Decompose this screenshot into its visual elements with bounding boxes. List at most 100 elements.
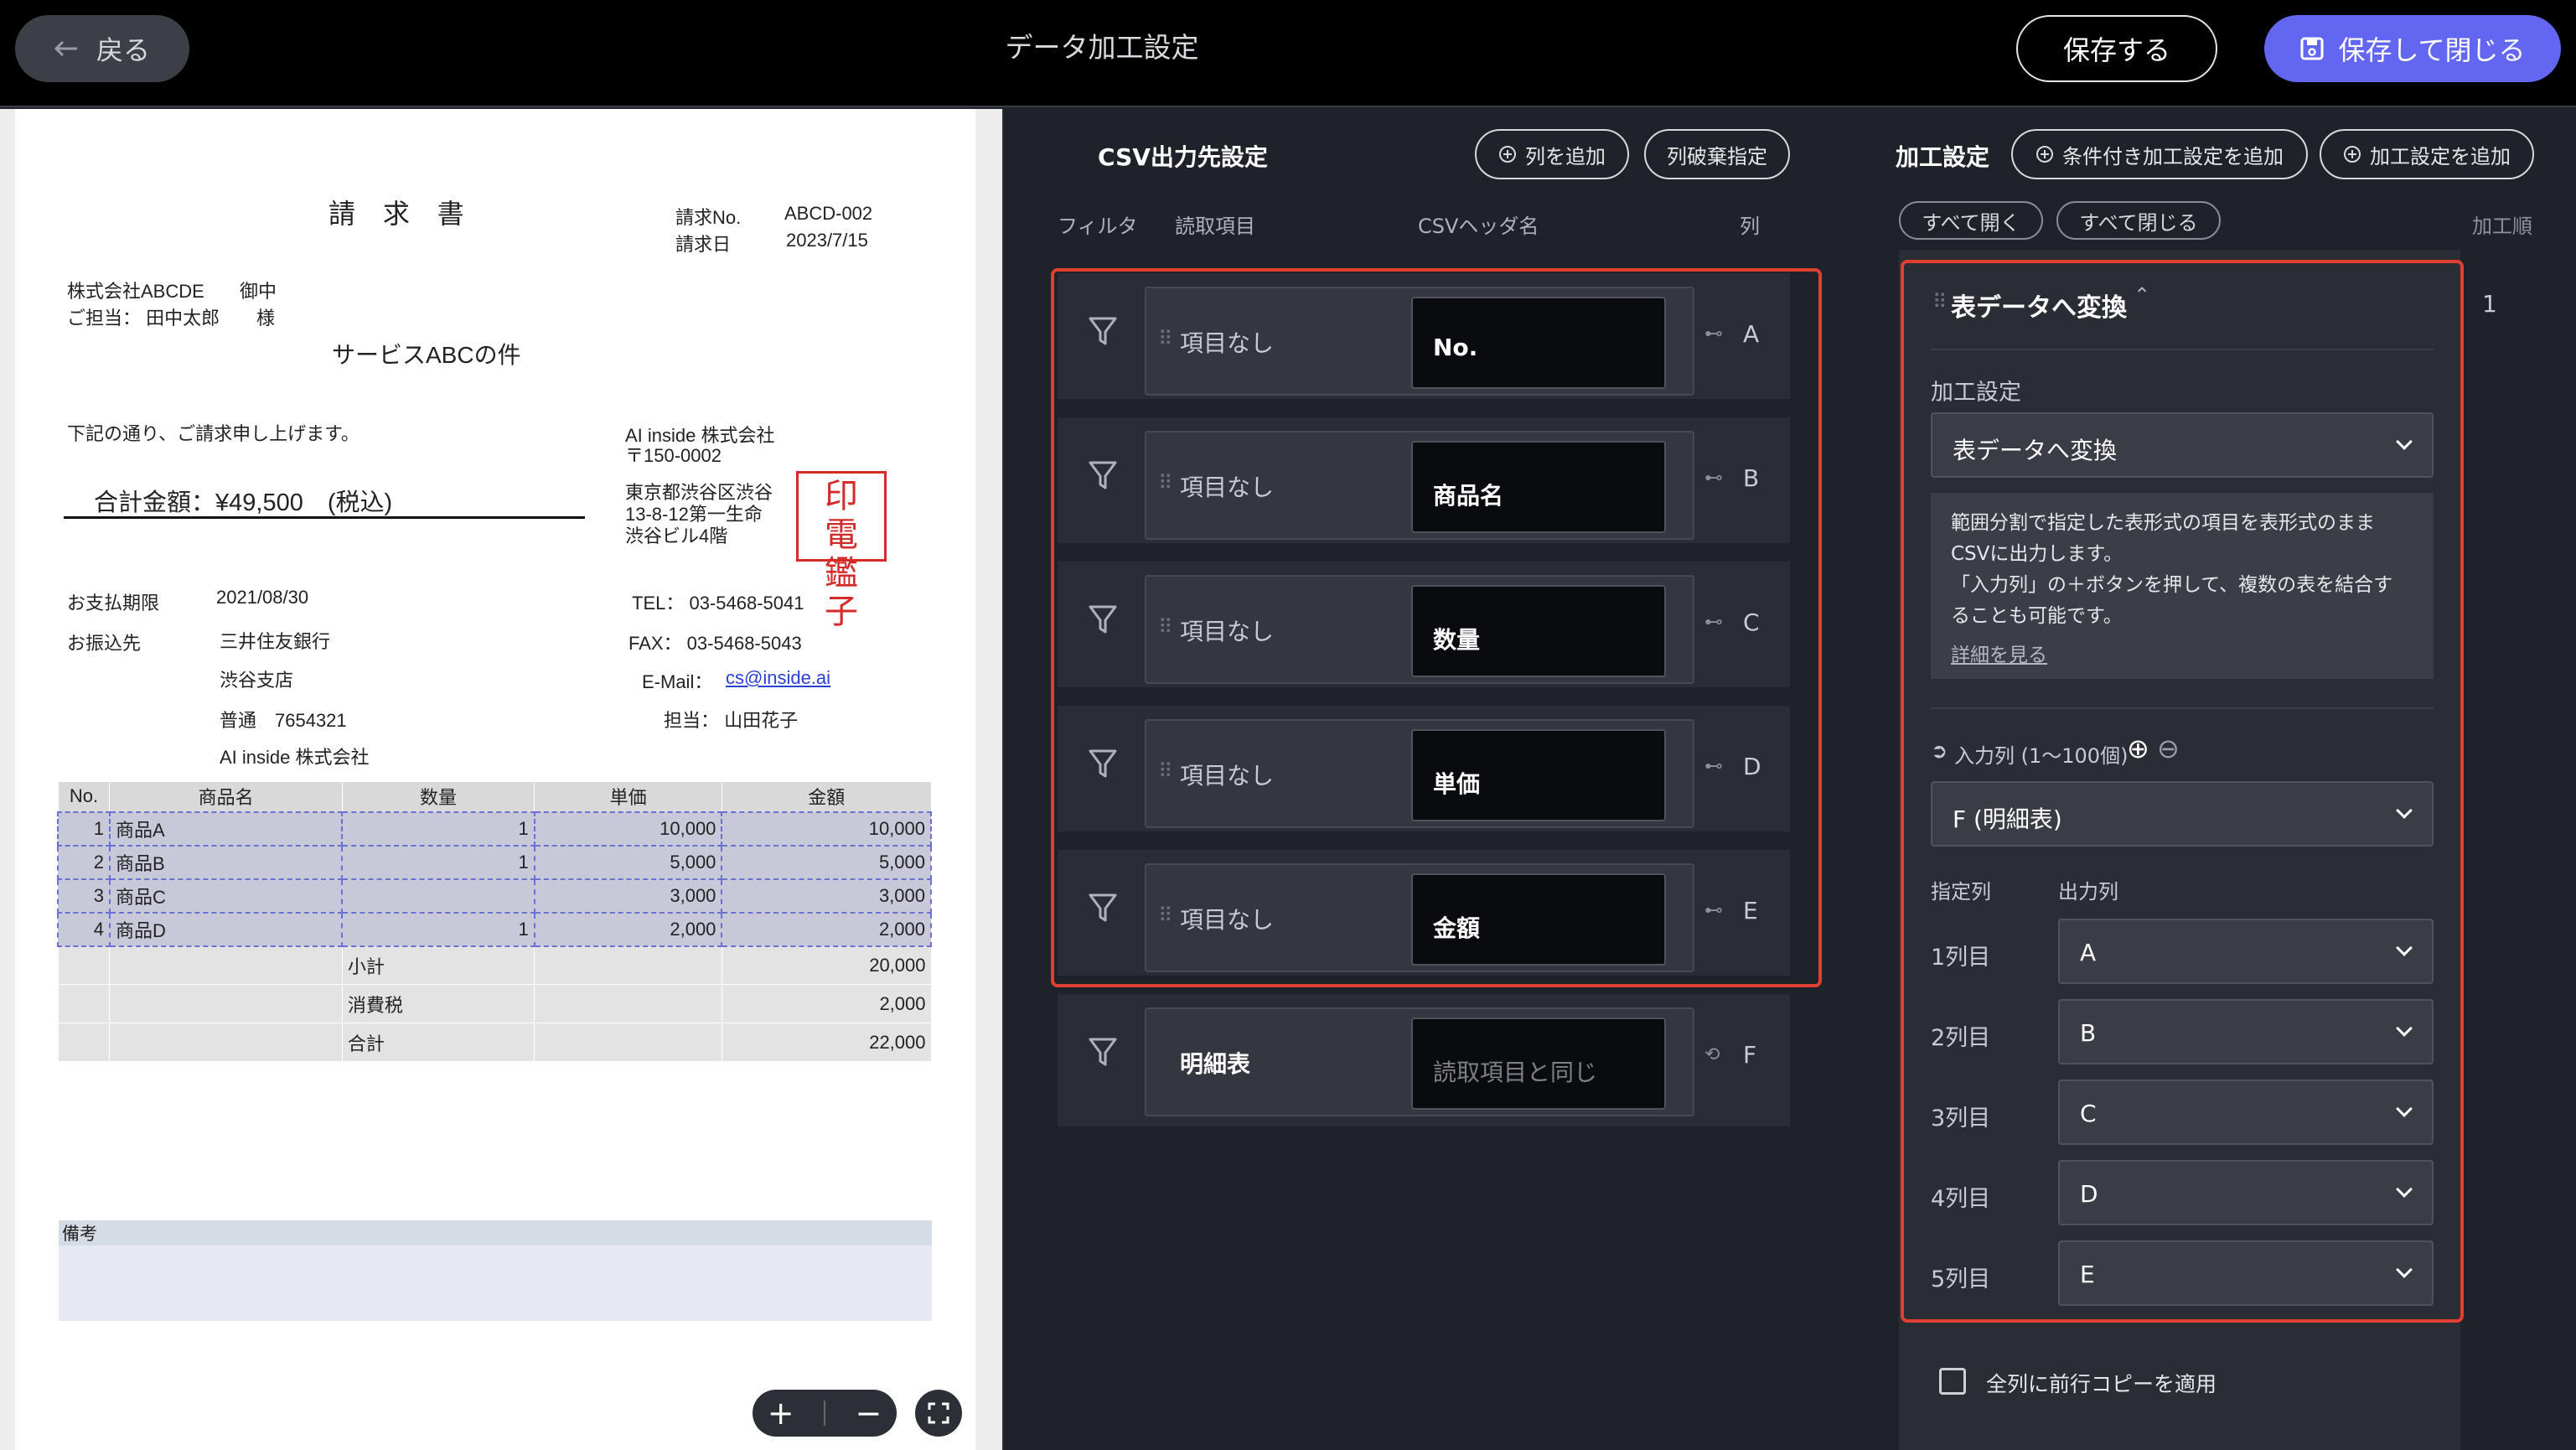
grand-total-value: 22,000	[721, 1023, 932, 1062]
subtotal-row: 小計 20,000	[57, 945, 932, 985]
bank-name: 三井住友銀行	[220, 631, 331, 652]
col-header-filter: フィルタ	[1058, 215, 1138, 238]
bank-branch: 渋谷支店	[220, 670, 294, 691]
floppy-disk-icon	[2300, 37, 2324, 60]
top-bar: 戻る データ加工設定 保存する 保存して閉じる	[0, 0, 2576, 107]
cell: 1	[341, 844, 535, 880]
copy-previous-row-label: 全列に前行コピーを適用	[1986, 1372, 2217, 1396]
notes-label: 備考	[59, 1220, 932, 1245]
cell: 3	[57, 878, 111, 914]
processing-settings-title: 加工設定	[1896, 143, 1990, 171]
copy-previous-row-checkbox[interactable]	[1939, 1368, 1966, 1395]
col-header-source: 読取項目	[1175, 215, 1255, 238]
tax-value: 2,000	[721, 984, 932, 1023]
subtotal-label: 小計	[341, 945, 535, 985]
bank-account: 普通 7654321	[220, 710, 347, 731]
arrow-left-icon	[54, 40, 77, 57]
fullscreen-icon	[928, 1402, 949, 1424]
filter-icon[interactable]	[1088, 1036, 1118, 1069]
th-unit: 単価	[534, 781, 722, 812]
zoom-out-button[interactable]: −	[855, 1395, 882, 1432]
add-column-button[interactable]: 列を追加	[1475, 129, 1629, 179]
client-suffix: 御中	[240, 281, 277, 302]
zoom-divider	[824, 1401, 825, 1426]
plus-circle-icon	[2344, 146, 2361, 163]
invoice-no-value: ABCD-002	[784, 203, 873, 224]
due-label: お支払期限	[67, 593, 160, 614]
add-conditional-processing-button[interactable]: 条件付き加工設定を追加	[2011, 129, 2308, 179]
table-row: 2 商品B 1 5,000 5,000	[57, 844, 932, 880]
seal-char: 子	[825, 593, 858, 631]
cell: 2	[57, 844, 111, 880]
processing-order-number: 1	[2482, 290, 2497, 318]
bank-label: お振込先	[67, 633, 142, 654]
tax-label: 消費税	[341, 984, 535, 1023]
add-column-label: 列を追加	[1525, 144, 1606, 168]
seal-char: 印	[825, 477, 858, 515]
cell: 商品C	[108, 878, 344, 914]
total-underline	[64, 516, 585, 519]
fax: FAX： 03-5468-5043	[628, 633, 802, 654]
table-row: 1 商品A 1 10,000 10,000	[57, 810, 932, 847]
zoom-controls: + −	[753, 1390, 897, 1437]
grand-total-row: 合計 22,000	[57, 1023, 932, 1062]
client-contact: ご担当： 田中太郎	[67, 308, 220, 329]
csv-row: 明細表 読取項目と同じ ⟲ F	[1058, 994, 1790, 1126]
csv-header-input[interactable]: 読取項目と同じ	[1411, 1018, 1666, 1110]
source-value: 明細表	[1180, 1050, 1251, 1078]
discard-column-button[interactable]: 列破棄指定	[1644, 129, 1790, 179]
collapse-all-button[interactable]: すべて閉じる	[2056, 201, 2221, 240]
tel: TEL： 03-5468-5041	[632, 593, 804, 614]
fit-to-screen-button[interactable]	[915, 1390, 962, 1437]
save-and-close-button[interactable]: 保存して閉じる	[2264, 15, 2561, 82]
cell: 3,000	[533, 878, 723, 914]
plus-circle-icon	[2036, 146, 2053, 163]
email-link[interactable]: cs@inside.ai	[726, 667, 830, 689]
invoice-title: 請 求 書	[328, 199, 474, 229]
cell: 1	[57, 810, 111, 847]
th-no: No.	[57, 781, 111, 812]
cell: 3,000	[721, 878, 932, 914]
panel-divider	[1002, 109, 1004, 1450]
cell: 2,000	[721, 911, 932, 947]
link-icon: ⟲	[1704, 1044, 1720, 1065]
invoice-total: 合計金額：¥49,500 (税込)	[94, 489, 393, 516]
invoice-subject: サービスABCの件	[332, 342, 521, 368]
staff: 担当： 山田花子	[664, 710, 799, 731]
invoice-intro: 下記の通り、ご請求申し上げます。	[67, 423, 360, 444]
save-button[interactable]: 保存する	[2016, 15, 2217, 82]
due-value: 2021/08/30	[216, 587, 309, 608]
cell: 5,000	[533, 844, 723, 880]
back-button[interactable]: 戻る	[15, 15, 189, 82]
cell: 10,000	[533, 810, 723, 847]
table-row: 3 商品C 3,000 3,000	[57, 878, 932, 914]
add-conditional-label: 条件付き加工設定を追加	[2062, 144, 2284, 168]
cell: 1	[341, 911, 535, 947]
column-letter: F	[1743, 1041, 1757, 1069]
notes-body	[59, 1245, 932, 1321]
th-item: 商品名	[109, 781, 343, 812]
cell: 商品D	[108, 911, 344, 947]
cell: 商品A	[108, 810, 344, 847]
col-header-csv-header: CSVヘッダ名	[1418, 215, 1539, 238]
issuer-address-3: 渋谷ビル4階	[625, 526, 728, 546]
invoice-line-items-table: No. 商品名 数量 単価 金額 1 商品A 1 10,000 10,000 2 商品B 1…	[57, 781, 932, 1062]
invoice-document: 請 求 書 請求No. ABCD-002 請求日 2023/7/15 株式会社A…	[15, 109, 975, 1450]
col-header-column: 列	[1740, 215, 1760, 238]
zoom-in-button[interactable]: +	[768, 1395, 794, 1432]
expand-all-button[interactable]: すべて開く	[1899, 201, 2043, 240]
cell: 2,000	[533, 911, 723, 947]
csv-settings-title: CSV出力先設定	[1098, 143, 1268, 171]
highlight-box	[1051, 268, 1822, 987]
cell: 1	[341, 810, 535, 847]
invoice-no-label: 請求No.	[675, 207, 742, 228]
invoice-date-label: 請求日	[675, 234, 732, 255]
seal-char: 鑑	[825, 554, 858, 593]
source-field[interactable]: 明細表 読取項目と同じ	[1145, 1007, 1694, 1116]
invoice-date-value: 2023/7/15	[786, 230, 868, 251]
seal-char: 電	[825, 515, 858, 554]
add-processing-button[interactable]: 加工設定を追加	[2320, 129, 2534, 179]
th-qty: 数量	[341, 781, 535, 812]
processing-order-label: 加工順	[2472, 215, 2532, 238]
email-label: E-Mail：	[642, 671, 713, 692]
